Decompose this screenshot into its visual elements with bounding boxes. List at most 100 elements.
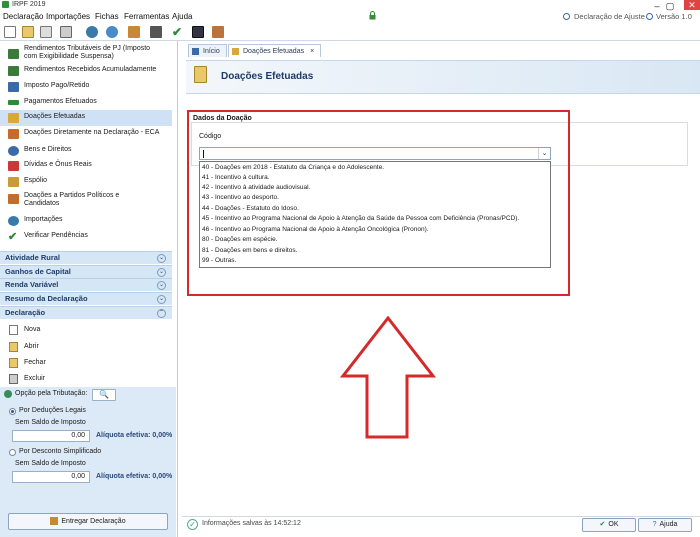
- window-title: IRPF 2019: [12, 1, 46, 8]
- tab-inicio[interactable]: Início: [188, 44, 227, 57]
- import-icon[interactable]: [86, 26, 98, 38]
- ajuda-button[interactable]: ? Ajuda: [638, 518, 692, 532]
- deducoes-sub: Sem Saldo de Imposto: [15, 419, 86, 426]
- eca-icon: [8, 129, 19, 139]
- menu-ajuda[interactable]: Ajuda: [172, 10, 192, 23]
- sidebar-item-espolio[interactable]: Espólio: [0, 174, 172, 190]
- open-folder-icon[interactable]: [22, 26, 34, 38]
- maximize-button[interactable]: ▢: [664, 0, 676, 12]
- search-button[interactable]: 🔍: [92, 389, 116, 401]
- tab-close-icon[interactable]: ×: [310, 48, 314, 55]
- sidebar-item-rendimentos-acumulados[interactable]: Rendimentos Recebidos Acumuladamente: [0, 63, 172, 79]
- group-renda-variavel[interactable]: Renda Variável ⌄: [0, 278, 172, 291]
- menu-importacoes[interactable]: Importações: [46, 10, 90, 23]
- sidebar-item-importacoes[interactable]: Importações: [0, 213, 172, 229]
- estate-icon: [8, 177, 19, 187]
- help-icon: ?: [652, 521, 657, 528]
- sidebar-item-rendimentos-pj-suspensa[interactable]: Rendimentos Tributáveis de PJ (Imposto c…: [0, 43, 172, 63]
- chevron-up-icon: ⌃: [157, 309, 166, 318]
- radio-deducoes[interactable]: [9, 408, 16, 415]
- declaracao-fechar[interactable]: Fechar: [0, 355, 172, 371]
- ok-button[interactable]: ✔ OK: [582, 518, 636, 532]
- money-icon: [8, 49, 19, 59]
- new-file-icon[interactable]: [4, 26, 16, 38]
- sidebar-item-doacoes[interactable]: Doações Efetuadas: [0, 110, 172, 126]
- deducoes-aliquota: Alíquota efetiva: 0,00%: [96, 432, 173, 439]
- close-folder-icon: [9, 358, 18, 368]
- sidebar-item-pagamentos[interactable]: Pagamentos Efetuados: [0, 95, 172, 111]
- entregar-declaracao-button[interactable]: Entregar Declaração: [8, 513, 168, 530]
- menu-ferramentas[interactable]: Ferramentas: [124, 10, 169, 23]
- up-arrow-annotation: [340, 316, 436, 439]
- group-declaracao[interactable]: Declaração ⌃: [0, 306, 172, 319]
- receipt-icon: [8, 82, 19, 92]
- money-icon: [8, 66, 19, 76]
- chevron-down-icon: ⌄: [157, 268, 166, 277]
- package-icon[interactable]: [128, 26, 140, 38]
- payment-icon: [8, 100, 19, 105]
- sidebar-item-partidos[interactable]: Doações a Partidos Políticos e Candidato…: [0, 190, 172, 210]
- chevron-down-icon: ⌄: [157, 281, 166, 290]
- version-icon: [646, 13, 653, 20]
- chevron-down-icon: ⌄: [157, 254, 166, 263]
- radio-simplificado[interactable]: [9, 449, 16, 456]
- menu-bar: Declaração Importações Fichas Ferramenta…: [0, 10, 700, 23]
- simplificado-value: 0,00: [12, 471, 90, 483]
- tab-bar: Início Doações Efetuadas ×: [182, 44, 700, 58]
- minimize-button[interactable]: –: [651, 0, 663, 12]
- menu-declaracao[interactable]: Declaração: [3, 10, 43, 23]
- trash-icon[interactable]: [60, 26, 72, 38]
- help-link[interactable]: Declaração de Ajuste: [574, 10, 645, 23]
- print-icon[interactable]: [150, 26, 162, 38]
- debt-icon: [8, 161, 19, 171]
- title-bar: IRPF 2019: [0, 0, 700, 10]
- donation-icon: [8, 113, 19, 123]
- package-icon: [50, 517, 59, 526]
- page-title: Doações Efetuadas: [221, 71, 314, 82]
- donation-icon: [232, 48, 239, 55]
- group-ganhos-capital[interactable]: Ganhos de Capital ⌄: [0, 265, 172, 278]
- deducoes-label: Por Deduções Legais: [19, 407, 86, 414]
- simplificado-label: Por Desconto Simplificado: [19, 448, 102, 455]
- check-icon: ✔: [599, 521, 606, 528]
- close-button[interactable]: ✕: [684, 0, 700, 10]
- import-icon: [8, 216, 19, 226]
- donation-icon: [194, 66, 207, 83]
- simplificado-aliquota: Alíquota efetiva: 0,00%: [96, 473, 173, 480]
- open-folder-icon: [9, 342, 18, 352]
- declaracao-nova[interactable]: Nova: [0, 322, 172, 338]
- app-icon: [2, 1, 9, 8]
- check-icon: ✔: [8, 231, 18, 243]
- sidebar-item-pendencias[interactable]: ✔ Verificar Pendências: [0, 229, 172, 245]
- home-icon: [192, 48, 199, 55]
- sidebar-item-dividas[interactable]: Dívidas e Ônus Reais: [0, 158, 172, 174]
- close-file-icon[interactable]: [40, 26, 52, 38]
- checkmark-icon[interactable]: ✔: [172, 26, 184, 38]
- opcao-title: Opção pela Tributação:: [15, 390, 88, 397]
- saved-check-icon: ✓: [187, 519, 198, 530]
- tab-doacoes-efetuadas[interactable]: Doações Efetuadas ×: [228, 44, 322, 57]
- calculator-icon[interactable]: [192, 26, 204, 38]
- simplificado-sub: Sem Saldo de Imposto: [15, 460, 86, 467]
- status-text: Informações salvas às 14:52:12: [202, 520, 301, 527]
- declaracao-excluir[interactable]: Excluir: [0, 371, 172, 387]
- sidebar-item-doacoes-eca[interactable]: Doações Diretamente na Declaração - ECA: [0, 126, 172, 142]
- new-file-icon: [9, 325, 18, 335]
- sidebar-item-bens[interactable]: Bens e Direitos: [0, 143, 172, 159]
- menu-fichas[interactable]: Fichas: [95, 10, 119, 23]
- toolbar: ✔: [0, 23, 700, 41]
- book-icon[interactable]: [212, 26, 224, 38]
- party-icon: [8, 194, 19, 204]
- info-icon: [563, 13, 570, 20]
- deducoes-value: 0,00: [12, 430, 90, 442]
- group-resumo-declaracao[interactable]: Resumo da Declaração ⌄: [0, 292, 172, 305]
- lock-icon: [369, 11, 376, 20]
- group-atividade-rural[interactable]: Atividade Rural ⌄: [0, 251, 172, 264]
- tributacao-icon: [4, 390, 12, 398]
- globe-icon[interactable]: [106, 26, 118, 38]
- highlight-box: [187, 110, 570, 296]
- chevron-down-icon: ⌄: [157, 295, 166, 304]
- declaracao-abrir[interactable]: Abrir: [0, 339, 172, 355]
- sidebar-item-imposto-pago[interactable]: Imposto Pago/Retido: [0, 79, 172, 95]
- trash-icon: [9, 374, 18, 384]
